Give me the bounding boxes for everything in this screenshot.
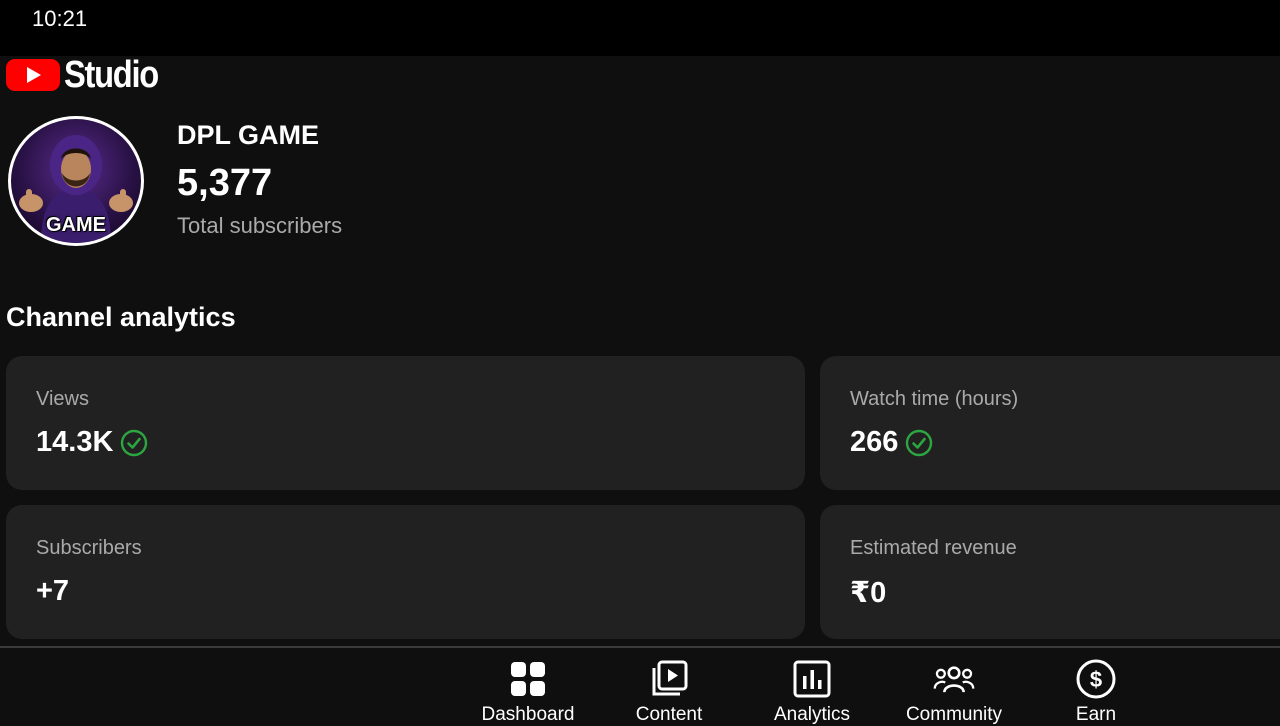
dashboard-icon (511, 662, 545, 696)
check-circle-icon (906, 429, 933, 456)
nav-label: Earn (1075, 704, 1117, 725)
subscribers-card[interactable]: Subscribers +7 (6, 505, 805, 639)
app-title: Studio (64, 53, 159, 96)
community-icon (933, 666, 975, 693)
nav-label: Content (635, 704, 703, 725)
status-bar: 10:21 (0, 0, 1280, 56)
nav-item-content[interactable]: Content (599, 658, 739, 726)
nav-label: Dashboard (481, 704, 575, 725)
nav-item-dashboard[interactable]: Dashboard (458, 658, 598, 726)
card-label: Subscribers (36, 537, 142, 559)
channel-name: DPL GAME (177, 120, 320, 150)
status-time: 10:21 (32, 6, 88, 31)
card-label: Estimated revenue (850, 537, 1017, 559)
nav-label: Community (905, 704, 1003, 725)
channel-analytics-title: Channel analytics (6, 302, 236, 332)
subscriber-count: 5,377 (177, 162, 273, 204)
svg-text:$: $ (1090, 667, 1102, 692)
nav-label: Analytics (773, 704, 851, 725)
card-label: Watch time (hours) (850, 388, 1019, 410)
estimated-revenue-card[interactable]: Estimated revenue ₹0 (820, 505, 1280, 639)
channel-avatar[interactable]: GAME (8, 116, 144, 246)
earn-icon: $ (1076, 659, 1116, 699)
content-icon (652, 660, 688, 696)
card-value: +7 (36, 575, 70, 607)
subscriber-label: Total subscribers (177, 213, 343, 238)
bottom-nav: Dashboard Content Analytics Community $ … (0, 646, 1280, 725)
youtube-play-icon (6, 59, 60, 91)
check-circle-icon (121, 429, 148, 456)
nav-item-community[interactable]: Community (884, 658, 1024, 726)
avatar-caption: GAME (46, 214, 106, 236)
card-value: ₹0 (850, 577, 887, 609)
watch-time-card[interactable]: Watch time (hours) 266 (820, 356, 1280, 490)
card-value: 266 (850, 426, 899, 458)
nav-item-analytics[interactable]: Analytics (742, 658, 882, 726)
card-value: 14.3K (36, 426, 114, 458)
card-label: Views (36, 388, 89, 410)
views-card[interactable]: Views 14.3K (6, 356, 805, 490)
analytics-icon (793, 660, 831, 698)
app-header[interactable]: Studio (6, 53, 173, 96)
nav-item-earn[interactable]: $ Earn (1026, 658, 1166, 726)
